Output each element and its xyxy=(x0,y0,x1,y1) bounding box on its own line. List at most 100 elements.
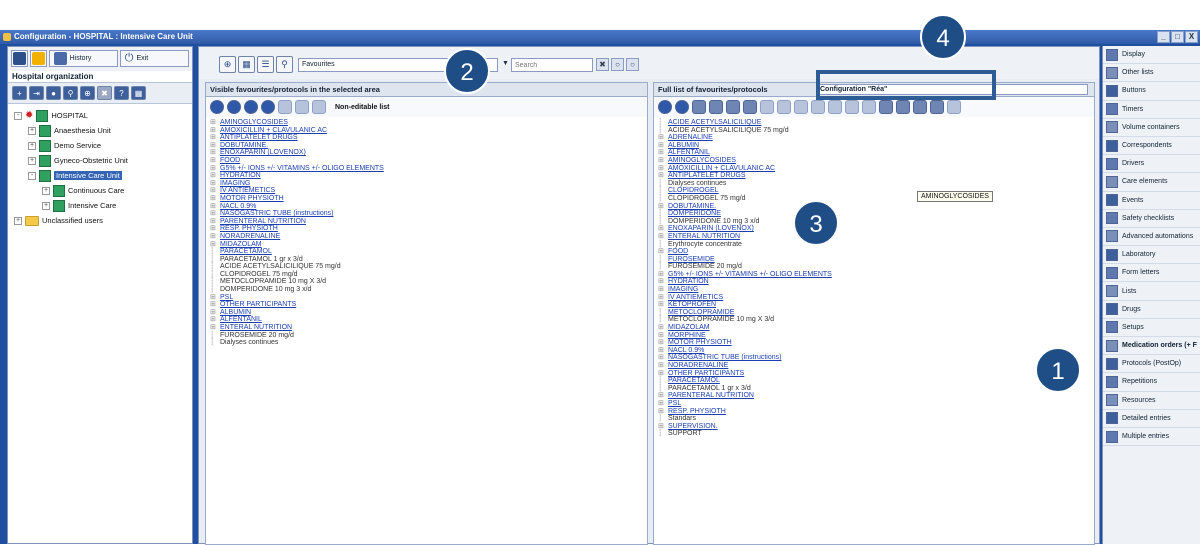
menu-item[interactable]: Form letters xyxy=(1103,264,1200,283)
menu-item[interactable]: Correspondents xyxy=(1103,137,1200,156)
zoom-button[interactable]: ⚲ xyxy=(276,56,293,73)
list-item[interactable]: ┆ FUROSEMIDE 20 mg/d xyxy=(658,263,1090,271)
tree-node[interactable]: + Unclassified users xyxy=(10,213,190,228)
list-item[interactable]: ⊞ AMOXICILLIN + CLAVULANIC AC xyxy=(210,127,643,135)
maximize-button[interactable]: □ xyxy=(1171,31,1184,43)
add-circle-icon[interactable]: ⊕ xyxy=(80,86,95,100)
edit2-icon[interactable] xyxy=(794,100,808,114)
list-item[interactable]: ⊞ ALFENTANIL xyxy=(658,149,1090,157)
edit-icon[interactable] xyxy=(295,100,309,114)
list-item[interactable]: ┆ PARACETAMOL 1 gr x 3/d xyxy=(658,385,1090,393)
tool-icon[interactable] xyxy=(760,100,774,114)
filter-icon[interactable] xyxy=(862,100,876,114)
remove-icon[interactable] xyxy=(675,100,689,114)
list-item[interactable]: ⊞ IV ANTIEMETICS xyxy=(210,187,643,195)
remove-icon[interactable] xyxy=(227,100,241,114)
menu-item[interactable]: Safety checklists xyxy=(1103,210,1200,228)
list-item[interactable]: ⊞ NASOGASTRIC TUBE (instructions) xyxy=(658,354,1090,362)
add-icon[interactable] xyxy=(210,100,224,114)
list-item[interactable]: ⊞ KETOPROFEN xyxy=(658,301,1090,309)
menu-item[interactable]: Detailed entries xyxy=(1103,410,1200,428)
list-item[interactable]: ⊞ ENTERAL NUTRITION xyxy=(210,324,643,332)
help-small-icon[interactable]: ? xyxy=(114,86,129,100)
grid-icon[interactable] xyxy=(947,100,961,114)
tree-node[interactable]: + Intensive Care xyxy=(10,198,190,213)
list-item[interactable]: ⊞ AMINOGLYCOSIDES xyxy=(210,119,643,127)
print-icon[interactable] xyxy=(828,100,842,114)
expand-icon[interactable]: + xyxy=(14,216,22,225)
menu-item[interactable]: Timers xyxy=(1103,101,1200,119)
list-item[interactable]: ┆ PARACETAMOL xyxy=(658,377,1090,385)
menu-item[interactable]: Other lists xyxy=(1103,64,1200,83)
search-option-button[interactable]: ○ xyxy=(611,58,624,71)
menu-item[interactable]: Resources xyxy=(1103,392,1200,410)
list-item[interactable]: ⊞ NASOGASTRIC TUBE (instructions) xyxy=(210,210,643,218)
list-item[interactable]: ⊞ ENOXAPARIN (LOVENOX) xyxy=(210,149,643,157)
paste-icon[interactable] xyxy=(743,100,757,114)
list-item[interactable]: ⊞ RESP. PHYSIOTH xyxy=(210,225,643,233)
copy-icon[interactable] xyxy=(726,100,740,114)
list-item[interactable]: ⊞ FOOD xyxy=(658,248,1090,256)
list-item[interactable]: ⊞ PARENTERAL NUTRITION xyxy=(658,392,1090,400)
exit-button[interactable]: ⏻ Exit xyxy=(119,50,189,67)
list-item[interactable]: ┆ SUPPORT xyxy=(658,430,1090,438)
expand-icon[interactable]: + xyxy=(28,141,36,150)
menu-item[interactable]: Protocols (PostOp) xyxy=(1103,355,1200,374)
list-item[interactable]: ⊞ IMAGING xyxy=(658,286,1090,294)
list-item[interactable]: ⊞ PSL xyxy=(658,400,1090,408)
menu-item[interactable]: Buttons xyxy=(1103,82,1200,101)
list-item[interactable]: ⊞ DOBUTAMINE. xyxy=(210,142,643,150)
menu-item[interactable]: Display xyxy=(1103,46,1200,65)
list-item[interactable]: ⊞ MOTOR PHYSIOTH xyxy=(210,195,643,203)
search-icon[interactable]: ⚲ xyxy=(63,86,78,100)
select-icon[interactable] xyxy=(312,100,326,114)
search-option2-button[interactable]: ○ xyxy=(626,58,639,71)
menu-item[interactable]: Volume containers xyxy=(1103,119,1200,137)
expand-icon[interactable]: + xyxy=(42,186,50,195)
menu-item[interactable]: Events xyxy=(1103,192,1200,210)
expand-icon[interactable]: + xyxy=(42,201,50,210)
list-item[interactable]: ⊞ MOTOR PHYSIOTH xyxy=(658,339,1090,347)
menu-item[interactable]: Laboratory xyxy=(1103,246,1200,265)
list-item[interactable]: ⊞ HYDRATION xyxy=(210,172,643,180)
menu-item[interactable]: Repetitions xyxy=(1103,373,1200,392)
tree-node[interactable]: - Intensive Care Unit xyxy=(10,168,190,183)
list-item[interactable]: ┆ Standars xyxy=(658,415,1090,423)
tree-node[interactable]: + Demo Service xyxy=(10,138,190,153)
down-icon[interactable] xyxy=(261,100,275,114)
close-button[interactable]: X xyxy=(1185,31,1198,43)
list-item[interactable]: ⊞ ALFENTANIL xyxy=(210,316,643,324)
help-button[interactable] xyxy=(11,50,28,67)
menu-item[interactable]: Medication orders (+ F xyxy=(1103,337,1200,356)
delete-icon[interactable]: ✖ xyxy=(97,86,112,100)
menu-item[interactable]: Lists xyxy=(1103,282,1200,301)
list-item[interactable]: ⊞ AMINOGLYCOSIDES xyxy=(658,157,1090,165)
list-item[interactable]: ⊞ NORADRENALINE xyxy=(210,233,643,241)
menu-item[interactable]: Multiple entries xyxy=(1103,428,1200,447)
list-item[interactable]: ┆ Dialyses continues xyxy=(210,339,643,347)
tree-node[interactable]: + Continuous Care xyxy=(10,183,190,198)
list-item[interactable]: ⊞ IV ANTIEMETICS xyxy=(658,294,1090,302)
minimize-button[interactable]: _ xyxy=(1157,31,1170,43)
list-item[interactable]: ⊞ OTHER PARTICIPANTS xyxy=(210,301,643,309)
list-item[interactable]: ┆ DOMPERIDONE xyxy=(658,210,1090,218)
list-item[interactable]: ⊞ SUPERVISION. xyxy=(658,423,1090,431)
collapse-icon[interactable]: - xyxy=(14,111,22,120)
list-button[interactable]: ☰ xyxy=(257,56,274,73)
list-item[interactable]: ┆ CLOPIDROGEL xyxy=(658,187,1090,195)
list-icon[interactable] xyxy=(930,100,944,114)
folder-icon[interactable] xyxy=(811,100,825,114)
list-item[interactable]: ⊞ IMAGING xyxy=(210,180,643,188)
window-icon[interactable] xyxy=(913,100,927,114)
expand-icon[interactable]: + xyxy=(28,156,36,165)
list-icon[interactable] xyxy=(278,100,292,114)
save-icon[interactable]: ▦ xyxy=(131,86,146,100)
list-item[interactable]: ┆ PARACETAMOL xyxy=(210,248,643,256)
list-item[interactable]: ┆ CLOPIDROGEL 75 mg/d xyxy=(658,195,1090,203)
list-item[interactable]: ⊞ ENTERAL NUTRITION xyxy=(658,233,1090,241)
list-item[interactable]: ⊞ NORADRENALINE xyxy=(658,362,1090,370)
history-button[interactable]: History xyxy=(48,50,118,67)
list-item[interactable]: ┆ Erythrocyte concentrate xyxy=(658,241,1090,249)
list-item[interactable]: ⊞ MORPHINE xyxy=(658,332,1090,340)
settings-icon[interactable] xyxy=(709,100,723,114)
